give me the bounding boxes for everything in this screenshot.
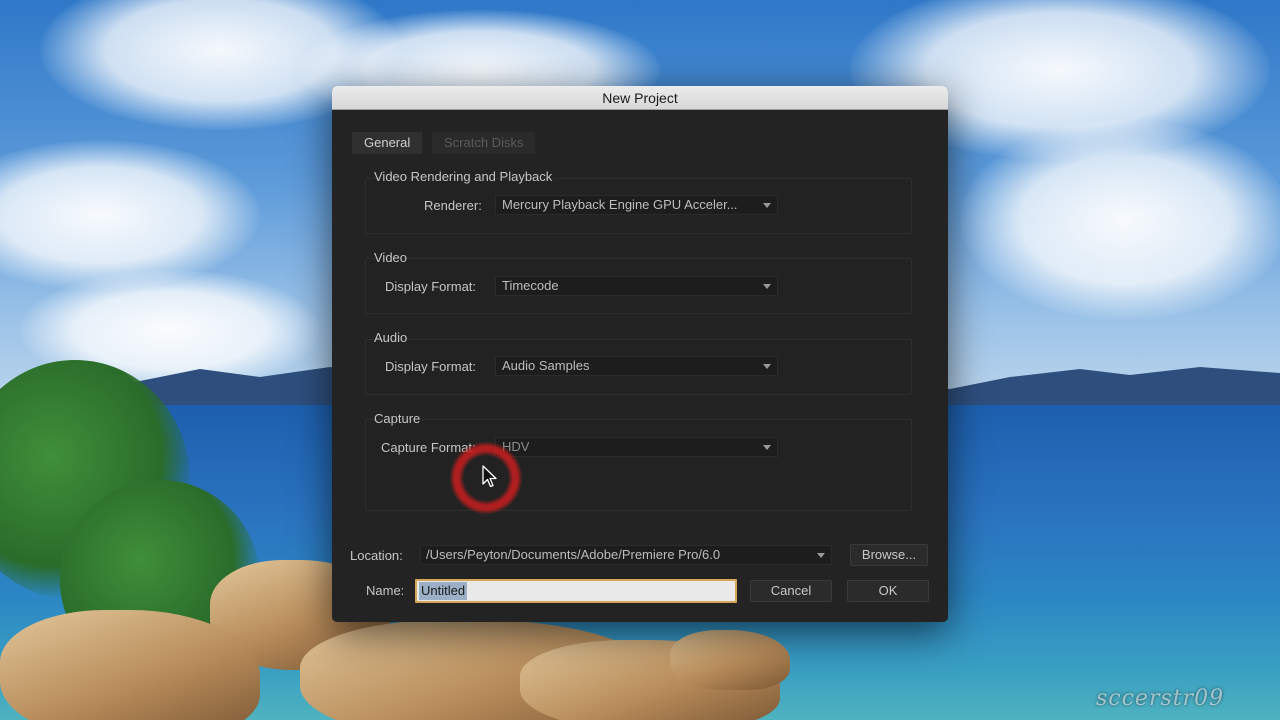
section-title-capture: Capture <box>374 411 421 426</box>
dropdown-caret-icon <box>763 284 771 289</box>
renderer-label: Renderer: <box>424 198 482 213</box>
name-label: Name: <box>366 583 405 598</box>
dialog-title: New Project <box>332 86 948 110</box>
name-field[interactable] <box>415 579 737 603</box>
renderer-dropdown[interactable]: Mercury Playback Engine GPU Acceler... <box>495 195 778 215</box>
watermark-text: sccerstr09 <box>1096 686 1225 711</box>
video-display-format-value: Timecode <box>502 278 559 293</box>
audio-display-format-dropdown[interactable]: Audio Samples <box>495 356 778 376</box>
audio-display-format-label: Display Format: <box>385 359 477 374</box>
rock <box>670 630 790 690</box>
location-dropdown[interactable]: /Users/Peyton/Documents/Adobe/Premiere P… <box>420 545 832 565</box>
dropdown-caret-icon <box>763 364 771 369</box>
ok-button[interactable]: OK <box>847 580 929 602</box>
cancel-button[interactable]: Cancel <box>750 580 832 602</box>
tab-general[interactable]: General <box>352 132 423 154</box>
tab-scratch-disks[interactable]: Scratch Disks <box>432 132 536 154</box>
video-display-format-dropdown[interactable]: Timecode <box>495 276 778 296</box>
section-title-video: Video <box>374 250 408 265</box>
location-value: /Users/Peyton/Documents/Adobe/Premiere P… <box>426 547 721 562</box>
cloud <box>960 120 1280 320</box>
section-title-audio: Audio <box>374 330 408 345</box>
dropdown-caret-icon <box>817 553 825 558</box>
video-display-format-label: Display Format: <box>385 279 477 294</box>
audio-display-format-value: Audio Samples <box>502 358 590 373</box>
location-label: Location: <box>350 548 403 563</box>
capture-panel <box>365 419 912 511</box>
renderer-value: Mercury Playback Engine GPU Acceler... <box>502 197 738 212</box>
mouse-pointer-icon <box>482 465 497 488</box>
capture-format-dropdown[interactable]: HDV <box>495 437 778 457</box>
new-project-dialog: New Project General Scratch Disks Video … <box>332 86 948 622</box>
section-title-video-rendering: Video Rendering and Playback <box>374 169 553 184</box>
dropdown-caret-icon <box>763 203 771 208</box>
browse-button[interactable]: Browse... <box>850 544 928 566</box>
dropdown-caret-icon <box>763 445 771 450</box>
